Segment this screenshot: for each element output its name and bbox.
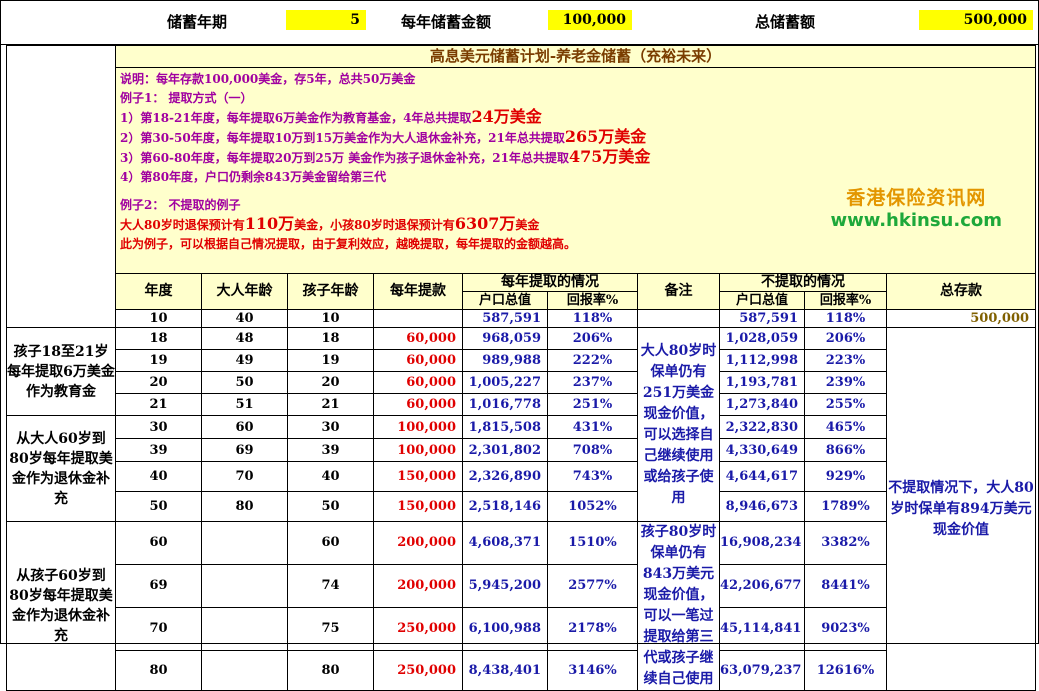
intro-line: 说明：每年存款100,000美金，存5年，总共50万美金: [120, 72, 416, 86]
col-acct2: 户口总值: [719, 291, 805, 310]
col-adult-age: 大人年龄: [201, 273, 288, 310]
table-row: 10 40 10 587,591 118% 587,591 118% 500,0…: [6, 309, 1037, 328]
group-label: 从大人60岁到80岁每年提取美金作为退休金补充: [6, 415, 116, 522]
remark-note: 大人80岁时保单仍有251万美金现金价值，可以选择自己继续使用或给孩子使用: [637, 327, 720, 522]
intro-line: 此为例子，可以根据自己情况提取，由于复利效应，越晚提取，每年提取的金额越高。: [120, 237, 577, 251]
period-label: 储蓄年期: [167, 13, 228, 31]
table-row: 20 50 20 60,000 1,005,227 237% 1,193,781 239%: [7, 371, 1036, 394]
col-acct: 户口总值: [462, 291, 548, 310]
annual-label: 每年储蓄金额: [401, 13, 492, 31]
table-row: 19 49 19 60,000 989,988 222% 1,112,998 223%: [7, 349, 1036, 372]
col-year: 年度: [115, 273, 202, 310]
total-note: 不提取情况下，大人80岁时保单有894万美元现金价值: [885, 327, 1037, 691]
table-row: 从孩子60岁到80岁每年提取美金作为退休金补充 60 60 200,000 4,60…: [6, 521, 1036, 691]
table-row: 50 80 50 150,000 2,518,146 1052% 8,946,673 17…: [7, 491, 1036, 522]
col-with-group: 每年提取的情况: [462, 273, 638, 292]
intro-line: 1）第18-21年度，每年提取6万美金作为教育基金，4年总共提取24万美金: [120, 107, 542, 126]
intro-line: 例子1： 提取方式（一）: [120, 91, 253, 105]
summary-bar: 储蓄年期 5 每年储蓄金额 100,000 总储蓄额 500,000: [1, 1, 1039, 45]
intro-text: 说明：每年存款100,000美金，存5年，总共50万美金 例子1： 提取方式（一…: [114, 67, 1037, 274]
table-row: 从大人60岁到80岁每年提取美金作为退休金补充 30 60 30 100,000 1,…: [6, 415, 1036, 522]
spreadsheet: 储蓄年期 5 每年储蓄金额 100,000 总储蓄额 500,000 高息美元储…: [0, 0, 1039, 691]
col-child-age: 孩子年龄: [287, 273, 374, 310]
plan-title: 高息美元储蓄计划-养老金储蓄（充裕未来）: [114, 45, 1037, 68]
col-rate2: 回报率%: [804, 291, 887, 310]
total-label: 总储蓄额: [755, 13, 816, 31]
watermark-logo: 香港保险资讯网 www.hkinsu.com: [830, 183, 1002, 231]
table-row: 孩子18至21岁每年提取6万美金作为教育金 18 48 18 60,000 968,0…: [6, 327, 1037, 691]
table-row: 80 80 250,000 8,438,401 3146% 63,079,237 126…: [7, 649, 1036, 691]
watermark-line1: 香港保险资讯网: [846, 187, 987, 209]
table-row: 21 51 21 60,000 1,016,778 251% 1,273,840 255%: [7, 393, 1036, 416]
remark-note: 孩子80岁时保单仍有843万美元现金价值，可以一笔过提取给第三代或孩子继续自己使…: [637, 521, 720, 691]
table-row: 69 74 200,000 5,945,200 2577% 42,206,677 844…: [7, 563, 1036, 608]
table-row: 40 70 40 150,000 2,326,890 743% 4,644,617 929…: [7, 461, 1036, 492]
col-remark: 备注: [637, 273, 720, 310]
plan-table: 高息美元储蓄计划-养老金储蓄（充裕未来） 说明：每年存款100,000美金，存5…: [6, 45, 1037, 691]
table-row: 39 69 39 100,000 2,301,802 708% 4,330,649 866…: [7, 438, 1036, 462]
col-rate: 回报率%: [547, 291, 638, 310]
col-without-group: 不提取的情况: [719, 273, 887, 292]
watermark-line2: www.hkinsu.com: [830, 210, 1002, 231]
col-total: 总存款: [885, 273, 1037, 310]
blank-corner: [6, 45, 116, 292]
annual-value[interactable]: 100,000: [548, 10, 632, 30]
col-withdraw: 每年提款: [373, 273, 463, 310]
intro-line: 2）第30-50年度，每年提取10万到15万美金作为大人退休金补充，21年总共提…: [120, 127, 647, 146]
group-label: 从孩子60岁到80岁每年提取美金作为退休金补充: [6, 521, 116, 691]
blank-corner: [6, 291, 116, 310]
intro-line: 3）第60-80年度，每年提取20万到25万 美金作为孩子退休金补充，21年总共…: [120, 147, 651, 166]
period-value[interactable]: 5: [286, 10, 366, 30]
group-label: 孩子18至21岁每年提取6万美金作为教育金: [6, 327, 116, 416]
total-value[interactable]: 500,000: [919, 10, 1033, 30]
